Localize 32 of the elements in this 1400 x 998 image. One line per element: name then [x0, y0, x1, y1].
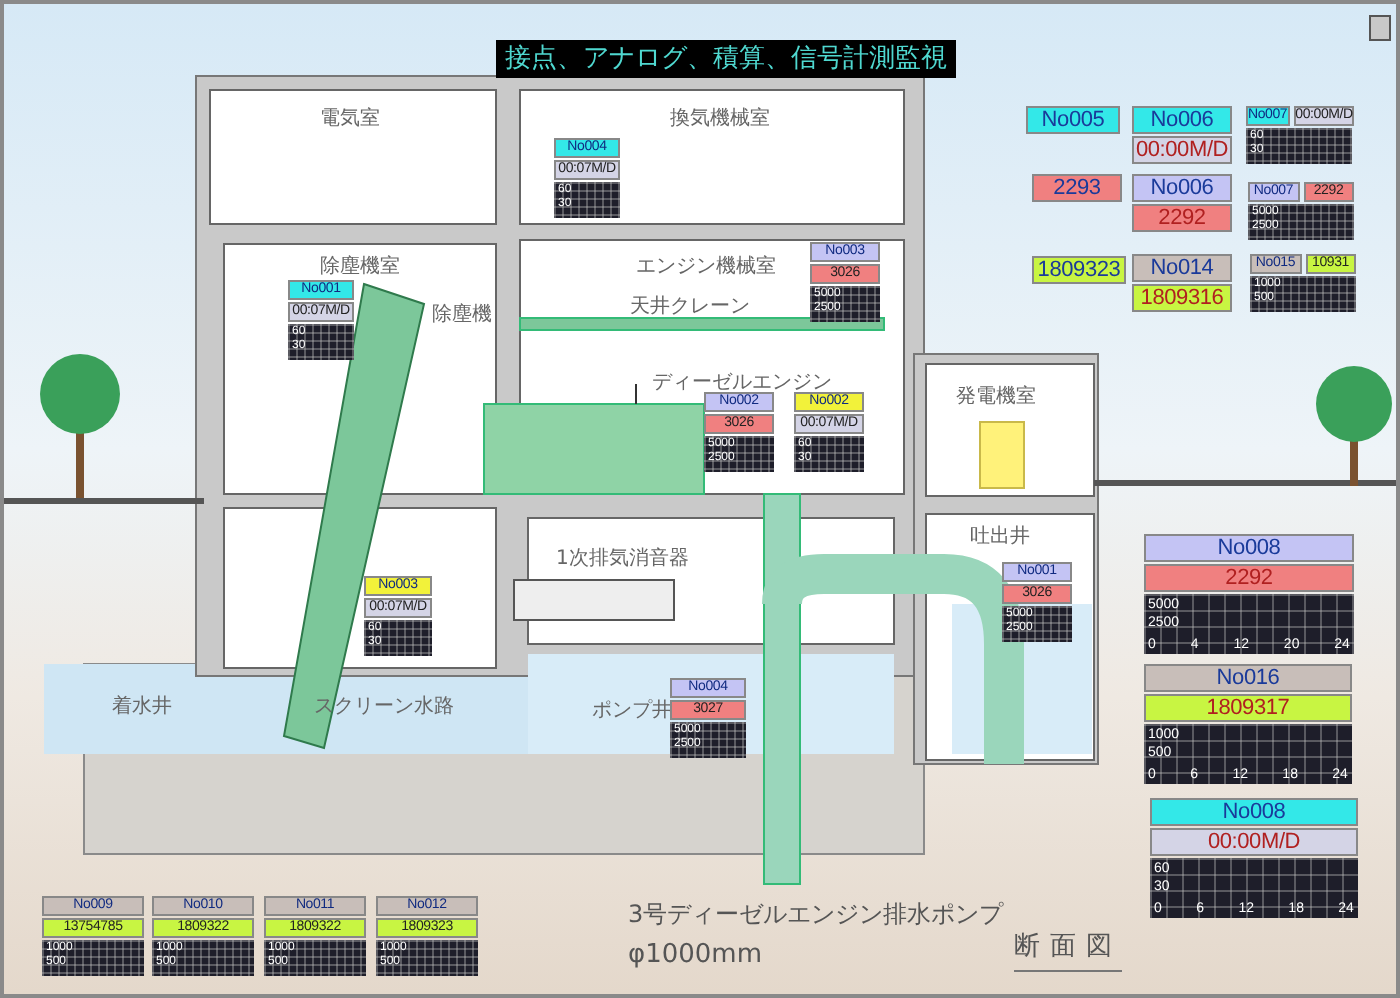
- pump-caption: 3号ディーゼルエンジン排水ポンプ: [628, 898, 1004, 932]
- room-label: ディーゼルエンジン: [652, 372, 832, 394]
- tag-label: No005: [1026, 106, 1120, 134]
- room-label: スクリーン水路: [314, 696, 454, 720]
- tag-label: No006: [1132, 106, 1232, 134]
- tag-label: No014: [1132, 254, 1232, 282]
- room-label: 1次排気消音器: [556, 548, 689, 572]
- room-label: 換気機械室: [670, 108, 770, 132]
- tag-label: No008: [1144, 534, 1354, 562]
- reading-value: 00:00M/D: [1150, 828, 1358, 856]
- reading-value: 1809317: [1144, 694, 1352, 722]
- reading-value: 2292: [1144, 564, 1354, 592]
- section-view-caption: 断面図: [1014, 928, 1122, 972]
- tag-label: No016: [1144, 664, 1352, 692]
- tag-label: No006: [1132, 174, 1232, 202]
- reading-value: 2292: [1132, 204, 1232, 232]
- screen-title: 接点、アナログ、積算、信号計測監視: [496, 40, 956, 78]
- room-label: 吐出井: [970, 526, 1030, 550]
- tag-label: 1809323: [1032, 256, 1126, 284]
- room-label: 天井クレーン: [630, 296, 750, 320]
- room-label: 除塵機室: [320, 256, 400, 280]
- room-label: ポンプ井: [592, 700, 672, 724]
- room-label: 電気室: [320, 108, 380, 132]
- room-label: 除塵機: [432, 304, 492, 328]
- room-label: エンジン機械室: [636, 256, 776, 280]
- room-label: 発電機室: [956, 386, 1036, 410]
- reading-value: 1809316: [1132, 284, 1232, 312]
- tag-label: 2293: [1032, 174, 1122, 202]
- pump-size-caption: φ1000mm: [628, 940, 762, 970]
- room-label: 着水井: [112, 696, 172, 720]
- tag-label: No008: [1150, 798, 1358, 826]
- reading-value: 00:00M/D: [1132, 136, 1232, 164]
